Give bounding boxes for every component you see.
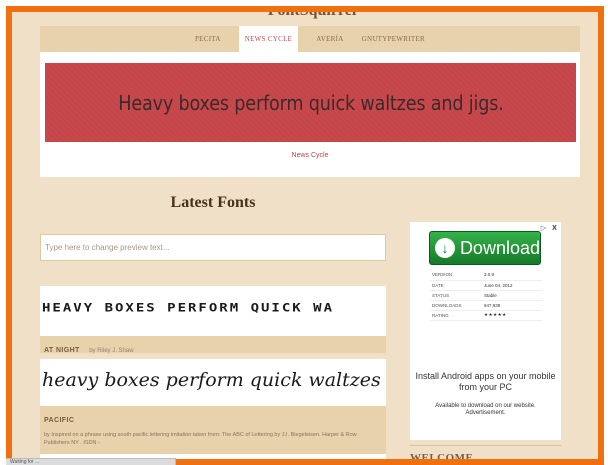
featured-fonts-panel: PECITA NEWS CYCLE AVERÍA GNUTYPEWRITER H… <box>40 26 580 177</box>
spec-label: STATUS <box>430 290 482 301</box>
site-title[interactable]: FontSquirrel <box>212 12 412 20</box>
ad-close-icon[interactable]: X <box>550 224 559 233</box>
ad-small-line: Advertisement. <box>465 410 506 416</box>
featured-tabs: PECITA NEWS CYCLE AVERÍA GNUTYPEWRITER <box>40 26 580 52</box>
table-row: DOWNLOADS 947,939 <box>430 300 542 311</box>
ad-body-text: Install Android apps on your mobile from… <box>415 371 556 392</box>
font-name-link[interactable]: AT NIGHT <box>44 347 80 354</box>
latest-fonts-heading: Latest Fonts <box>170 194 256 211</box>
font-preview-card[interactable]: HEAVY BOXES PERFORM QUICK WA <box>40 286 386 336</box>
banner-caption-link[interactable]: News Cycle <box>40 152 580 159</box>
spec-label: RATING <box>430 310 482 321</box>
browser-status-bar: Waiting for ... <box>6 458 176 465</box>
table-row: STATUS Stable <box>430 290 542 301</box>
rating-stars: ★★★★★ <box>482 310 542 321</box>
font-preview-card[interactable]: heavy boxes perform quick waltzes and ji… <box>40 359 386 406</box>
ad-controls: ▷ X <box>539 224 559 233</box>
font-name-link[interactable]: PACIFIC <box>44 417 74 424</box>
welcome-heading: WELCOME <box>410 445 561 459</box>
banner-preview-text: Heavy boxes perform quick waltzes and ji… <box>117 90 504 115</box>
table-row: DATE June 04, 2012 <box>430 280 542 291</box>
tab-pecita[interactable]: PECITA <box>195 35 221 43</box>
featured-banner[interactable]: Heavy boxes perform quick waltzes and ji… <box>45 63 576 142</box>
table-row: VERSION 3.0.9 <box>430 270 542 281</box>
spec-value: June 04, 2012 <box>482 280 542 291</box>
spec-value: Stable <box>482 290 542 301</box>
spec-label: DOWNLOADS <box>430 300 482 311</box>
ad-small-line: Available to download on our website. <box>435 403 536 409</box>
font-preview-sample: HEAVY BOXES PERFORM QUICK WA <box>42 301 335 315</box>
download-button-label: Download <box>459 237 540 258</box>
font-meta-bar: AT NIGHT by Riley J. Shaw <box>40 336 386 354</box>
spec-label: DATE <box>430 280 482 291</box>
tab-news-cycle[interactable]: NEWS CYCLE <box>238 26 299 52</box>
spec-value: 3.0.9 <box>482 270 542 281</box>
preview-text-input[interactable] <box>40 234 386 261</box>
ad-spec-table: VERSION 3.0.9 DATE June 04, 2012 STATUS … <box>430 270 542 321</box>
tab-averia[interactable]: AVERÍA <box>316 35 343 43</box>
ad-small-text: Available to download on our website. Ad… <box>410 403 561 417</box>
font-meta-bar: PACIFIC by Inspired on a phrase using so… <box>40 406 386 454</box>
tab-gnutypewriter[interactable]: GNUTYPEWRITER <box>362 35 425 43</box>
spec-label: VERSION <box>430 270 482 281</box>
advertisement[interactable]: ▷ X ↓ Download VERSION 3.0.9 DATE June 0… <box>410 222 561 440</box>
browser-viewport: FontSquirrel PECITA NEWS CYCLE AVERÍA GN… <box>6 6 604 465</box>
download-arrow-icon: ↓ <box>435 238 455 258</box>
spec-value: 947,939 <box>482 300 542 311</box>
font-description: by Inspired on a phrase using south paci… <box>44 432 357 446</box>
font-author: by Riley J. Shaw <box>89 348 134 354</box>
download-button[interactable]: ↓ Download <box>429 231 541 265</box>
table-row: RATING ★★★★★ <box>430 310 542 321</box>
font-preview-sample: heavy boxes perform quick waltzes and ji… <box>42 369 386 391</box>
